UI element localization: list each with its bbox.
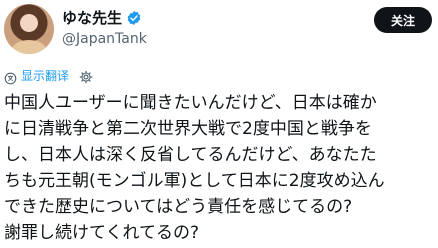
tweet-text-line: に日清戦争と第二次世界大戦で2度中国と戦争を bbox=[4, 119, 372, 139]
avatar[interactable] bbox=[4, 4, 54, 54]
author-handle[interactable]: @JapanTank bbox=[62, 30, 147, 48]
gear-icon[interactable] bbox=[79, 69, 93, 84]
verified-badge-icon bbox=[126, 10, 142, 26]
show-translation-link[interactable]: 显示翻译 bbox=[21, 68, 69, 84]
author-display-name[interactable]: ゆな先生 bbox=[62, 8, 122, 28]
tweet-text-line: 謝罪し続けてくれてるの? bbox=[4, 223, 200, 243]
tweet-card: ゆな先生 @JapanTank 关注 显示翻译 中国人ユーザーに聞きたいんだけど… bbox=[0, 0, 438, 248]
tweet-text-line: し、日本人は深く反省してるんだけど、あなたた bbox=[4, 145, 377, 165]
avatar-shirt bbox=[12, 40, 46, 54]
tweet-text-line: ちも元王朝(モンゴル軍)として日本に2度攻め込ん bbox=[4, 171, 385, 191]
follow-button[interactable]: 关注 bbox=[374, 7, 432, 33]
translate-icon bbox=[4, 70, 17, 84]
translate-row: 显示翻译 bbox=[4, 68, 93, 84]
tweet-text-line: できた歴史についてはどう責任を感じてるの? bbox=[4, 197, 353, 217]
tweet-text-line: 中国人ユーザーに聞きたいんだけど、日本は確か bbox=[4, 93, 377, 113]
tweet-text: 中国人ユーザーに聞きたいんだけど、日本は確か に日清戦争と第二次世界大戦で2度中… bbox=[4, 90, 436, 246]
author-name-row: ゆな先生 bbox=[62, 8, 142, 28]
